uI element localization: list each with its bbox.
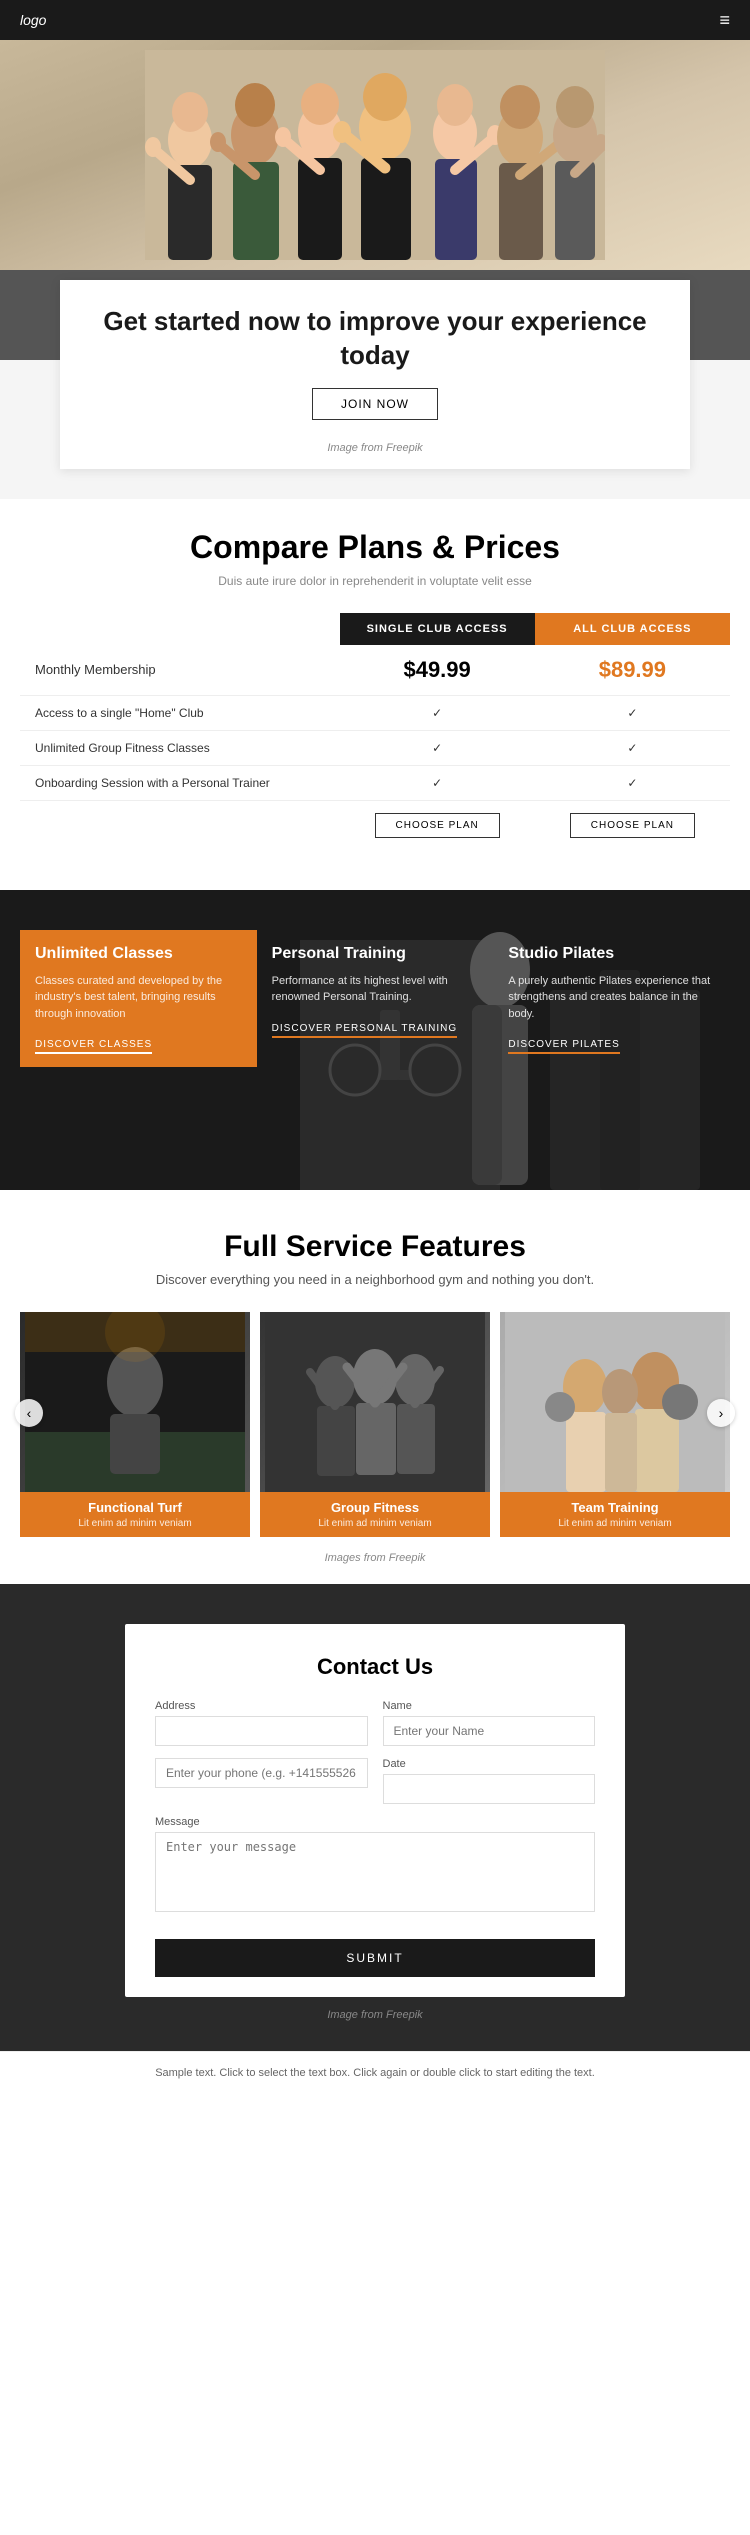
feature-desc-group: Lit enim ad minim veniam [272, 1518, 478, 1529]
contact-form-row-3: Message [155, 1816, 595, 1917]
message-group: Message [155, 1816, 595, 1917]
service-title-1: Unlimited Classes [35, 945, 242, 963]
features-carousel: ‹ Functional Turf Lit enim ad minim [20, 1312, 730, 1537]
features-section: Full Service Features Discover everythin… [0, 1190, 750, 1584]
footer: Sample text. Click to select the text bo… [0, 2051, 750, 2094]
carousel-next-button[interactable]: › [707, 1399, 735, 1427]
name-input[interactable] [383, 1716, 596, 1746]
pricing-table: SINGLE CLUB ACCESS ALL CLUB ACCESS Month… [20, 613, 730, 850]
col-all-header: ALL CLUB ACCESS [535, 613, 730, 645]
features-subtitle: Discover everything you need in a neighb… [20, 1272, 730, 1287]
feature-row-1: Access to a single "Home" Club ✓ ✓ [20, 695, 730, 730]
feature-single-check-3: ✓ [340, 765, 535, 800]
address-label: Address [155, 1700, 368, 1712]
name-label: Name [383, 1700, 596, 1712]
service-card-unlimited: Unlimited Classes Classes curated and de… [20, 930, 257, 1068]
choose-single-button[interactable]: CHOOSE PLAN [375, 813, 500, 838]
features-heading: Full Service Features [20, 1230, 730, 1264]
feature-label-3: Onboarding Session with a Personal Train… [20, 765, 340, 800]
contact-form-row-1: Address Name [155, 1700, 595, 1746]
date-label: Date [383, 1758, 596, 1770]
feature-all-check-1: ✓ [535, 695, 730, 730]
service-link-3[interactable]: DISCOVER PILATES [508, 1039, 619, 1054]
service-title-2: Personal Training [272, 945, 479, 963]
services-content: Unlimited Classes Classes curated and de… [0, 890, 750, 1098]
feature-row-3: Onboarding Session with a Personal Train… [20, 765, 730, 800]
feature-single-check-2: ✓ [340, 730, 535, 765]
feature-img-functional [20, 1312, 250, 1492]
compare-section: Compare Plans & Prices Duis aute irure d… [0, 499, 750, 890]
service-link-2[interactable]: DISCOVER PERSONAL TRAINING [272, 1023, 457, 1038]
submit-button[interactable]: SUBMIT [155, 1939, 595, 1977]
feature-title-team: Team Training [512, 1500, 718, 1515]
message-input[interactable] [155, 1832, 595, 1912]
feature-card-team: Team Training Lit enim ad minim veniam [500, 1312, 730, 1537]
service-desc-3: A purely authentic Pilates experience th… [508, 973, 715, 1023]
address-input[interactable] [155, 1716, 368, 1746]
feature-title-functional: Functional Turf [32, 1500, 238, 1515]
feature-single-check-1: ✓ [340, 695, 535, 730]
choose-btn-row: CHOOSE PLAN CHOOSE PLAN [20, 800, 730, 850]
col-single-header: SINGLE CLUB ACCESS [340, 613, 535, 645]
footer-notice-text: Sample text. Click to select the text bo… [20, 2067, 730, 2079]
service-link-1[interactable]: DISCOVER CLASSES [35, 1039, 152, 1054]
service-title-3: Studio Pilates [508, 945, 715, 963]
hero-people-image [145, 50, 605, 260]
price-row: Monthly Membership $49.99 $89.99 [20, 645, 730, 696]
service-desc-2: Performance at its highest level with re… [272, 973, 479, 1006]
feature-title-group: Group Fitness [272, 1500, 478, 1515]
price-all: $89.99 [535, 645, 730, 696]
feature-label-team: Team Training Lit enim ad minim veniam [500, 1492, 730, 1537]
group-fitness-image [260, 1312, 490, 1492]
feature-label-2: Unlimited Group Fitness Classes [20, 730, 340, 765]
team-training-image [500, 1312, 730, 1492]
feature-img-group [260, 1312, 490, 1492]
carousel-prev-button[interactable]: ‹ [15, 1399, 43, 1427]
message-label: Message [155, 1816, 595, 1828]
join-now-button[interactable]: JOIN NOW [312, 388, 438, 420]
service-card-pilates: Studio Pilates A purely authentic Pilate… [493, 930, 730, 1068]
name-group: Name [383, 1700, 596, 1746]
contact-heading: Contact Us [155, 1654, 595, 1680]
feature-row-2: Unlimited Group Fitness Classes ✓ ✓ [20, 730, 730, 765]
phone-group [155, 1758, 368, 1804]
menu-icon[interactable]: ≡ [719, 10, 730, 31]
feature-label-group: Group Fitness Lit enim ad minim veniam [260, 1492, 490, 1537]
feature-label-functional: Functional Turf Lit enim ad minim veniam [20, 1492, 250, 1537]
hero-image [0, 40, 750, 270]
site-header: logo ≡ [0, 0, 750, 40]
membership-label: Monthly Membership [20, 645, 340, 696]
date-group: Date [383, 1758, 596, 1804]
date-input[interactable] [383, 1774, 596, 1804]
service-card-personal: Personal Training Performance at its hig… [257, 930, 494, 1051]
feature-img-team [500, 1312, 730, 1492]
contact-section: Contact Us Address Name Date Message [0, 1584, 750, 2051]
compare-heading: Compare Plans & Prices [20, 529, 730, 566]
address-group: Address [155, 1700, 368, 1746]
functional-turf-image [20, 1312, 250, 1492]
feature-card-group: Group Fitness Lit enim ad minim veniam [260, 1312, 490, 1537]
logo: logo [20, 12, 46, 28]
hero-card-wrapper: Get started now to improve your experien… [0, 280, 750, 499]
compare-subtitle: Duis aute irure dolor in reprehenderit i… [20, 574, 730, 588]
price-single: $49.99 [340, 645, 535, 696]
features-image-credit: Images from Freepik [20, 1552, 730, 1564]
feature-label-1: Access to a single "Home" Club [20, 695, 340, 730]
choose-all-button[interactable]: CHOOSE PLAN [570, 813, 695, 838]
phone-input[interactable] [155, 1758, 368, 1788]
services-section: Unlimited Classes Classes curated and de… [0, 890, 750, 1190]
feature-desc-functional: Lit enim ad minim veniam [32, 1518, 238, 1529]
feature-all-check-2: ✓ [535, 730, 730, 765]
pricing-header-row: SINGLE CLUB ACCESS ALL CLUB ACCESS [20, 613, 730, 645]
hero-image-credit: Image from Freepik [90, 442, 660, 454]
contact-card: Contact Us Address Name Date Message [125, 1624, 625, 1997]
service-desc-1: Classes curated and developed by the ind… [35, 973, 242, 1023]
feature-all-check-3: ✓ [535, 765, 730, 800]
contact-image-credit: Image from Freepik [20, 2009, 730, 2021]
hero-heading: Get started now to improve your experien… [90, 305, 660, 373]
hero-card: Get started now to improve your experien… [60, 280, 690, 469]
contact-form-row-2: Date [155, 1758, 595, 1804]
feature-card-functional: Functional Turf Lit enim ad minim veniam [20, 1312, 250, 1537]
feature-desc-team: Lit enim ad minim veniam [512, 1518, 718, 1529]
